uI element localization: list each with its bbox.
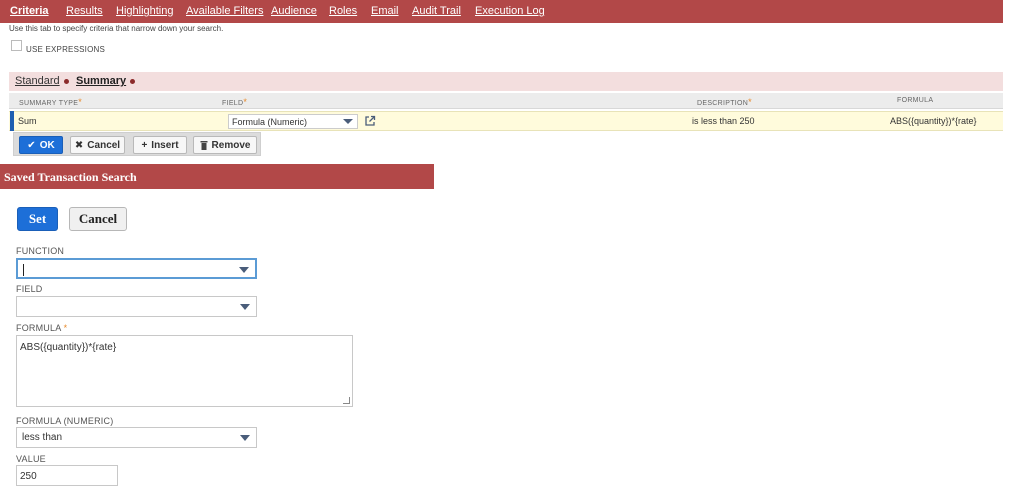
tab-highlighting[interactable]: Highlighting	[116, 5, 173, 17]
check-icon: ✔	[27, 139, 36, 151]
use-expressions-checkbox[interactable]	[11, 40, 22, 51]
field-label: FIELD	[16, 284, 43, 294]
col-summary-type: SUMMARY TYPE*	[19, 97, 82, 107]
subtab-standard-dot	[63, 78, 69, 84]
col-field-label: FIELD	[222, 100, 244, 107]
required-marker: *	[78, 97, 83, 107]
summary-grid-header: SUMMARY TYPE* FIELD* DESCRIPTION* FORMUL…	[9, 93, 1003, 109]
insert-button[interactable]: + Insert	[133, 136, 187, 154]
summary-grid-row[interactable]: Sum is less than 250 ABS({quantity})*{ra…	[9, 111, 1003, 131]
function-label: FUNCTION	[16, 246, 65, 256]
formula-numeric-dropdown[interactable]: less than	[16, 427, 257, 448]
chevron-down-icon	[240, 435, 250, 441]
row-description[interactable]: is less than 250	[692, 116, 755, 126]
popup-title: Saved Transaction Search	[4, 170, 137, 184]
value-label: VALUE	[16, 454, 46, 464]
ok-label: OK	[39, 139, 55, 151]
criteria-subtab-bar: Standard Summary	[9, 72, 1003, 91]
row-cancel-button[interactable]: ✖ Cancel	[70, 136, 125, 154]
formula-textarea[interactable]: ABS({quantity})*{rate}	[16, 335, 353, 407]
row-action-bar: ✔ OK ✖ Cancel + Insert Remove	[13, 132, 261, 156]
tab-results[interactable]: Results	[66, 5, 103, 17]
function-dropdown[interactable]	[16, 258, 257, 279]
ok-button[interactable]: ✔ OK	[19, 136, 63, 154]
tab-execution-log[interactable]: Execution Log	[475, 5, 545, 17]
col-description: DESCRIPTION*	[697, 97, 752, 107]
formula-label-text: FORMULA	[16, 323, 61, 333]
required-marker: *	[63, 323, 68, 333]
col-summary-type-label: SUMMARY TYPE	[19, 100, 79, 107]
row-cancel-label: Cancel	[87, 139, 121, 151]
row-field-value: Formula (Numeric)	[232, 117, 308, 127]
tab-available-filters[interactable]: Available Filters	[186, 5, 263, 17]
subtab-summary[interactable]: Summary	[76, 75, 136, 87]
top-tab-bar: Criteria Results Highlighting Available …	[0, 0, 1003, 23]
row-formula[interactable]: ABS({quantity})*{rate}	[890, 116, 977, 126]
tab-email[interactable]: Email	[371, 5, 399, 17]
plus-icon: +	[141, 139, 148, 151]
open-external-icon[interactable]	[364, 115, 376, 127]
subtab-standard-label: Standard	[15, 75, 60, 87]
row-field-select[interactable]: Formula (Numeric)	[228, 114, 358, 129]
remove-label: Remove	[211, 139, 251, 151]
required-marker: *	[243, 97, 248, 107]
close-icon: ✖	[74, 139, 84, 151]
formula-value: ABS({quantity})*{rate}	[20, 342, 117, 353]
col-description-label: DESCRIPTION	[697, 100, 749, 107]
tab-audience[interactable]: Audience	[271, 5, 317, 17]
subtab-standard[interactable]: Standard	[15, 75, 69, 87]
remove-button[interactable]: Remove	[193, 136, 257, 154]
col-formula: FORMULA	[897, 97, 933, 104]
use-expressions-label: USE EXPRESSIONS	[26, 45, 106, 54]
formula-numeric-label: FORMULA (NUMERIC)	[16, 416, 114, 426]
row-summary-type[interactable]: Sum	[18, 116, 37, 126]
chevron-down-icon	[240, 304, 250, 310]
formula-numeric-value: less than	[22, 432, 63, 443]
popup-header: Saved Transaction Search	[0, 164, 434, 189]
chevron-down-icon	[239, 267, 249, 273]
subtab-summary-dot	[130, 78, 136, 84]
row-selection-marker	[10, 111, 14, 131]
tab-audit-trail[interactable]: Audit Trail	[412, 5, 461, 17]
required-marker: *	[748, 97, 752, 107]
trash-icon	[200, 141, 208, 150]
insert-label: Insert	[151, 139, 179, 151]
cancel-button[interactable]: Cancel	[69, 207, 127, 231]
tab-criteria[interactable]: Criteria	[10, 5, 49, 17]
text-caret	[23, 264, 24, 276]
chevron-down-icon	[343, 119, 353, 124]
subtab-summary-label: Summary	[76, 75, 127, 87]
field-dropdown[interactable]	[16, 296, 257, 317]
formula-label: FORMULA *	[16, 323, 67, 333]
col-formula-label: FORMULA	[897, 97, 934, 104]
value-input[interactable]: 250	[16, 465, 118, 486]
col-field: FIELD*	[222, 97, 247, 107]
set-button[interactable]: Set	[17, 207, 58, 231]
tab-roles[interactable]: Roles	[329, 5, 357, 17]
criteria-help-text: Use this tab to specify criteria that na…	[9, 24, 224, 33]
resize-handle-icon[interactable]	[343, 397, 350, 404]
